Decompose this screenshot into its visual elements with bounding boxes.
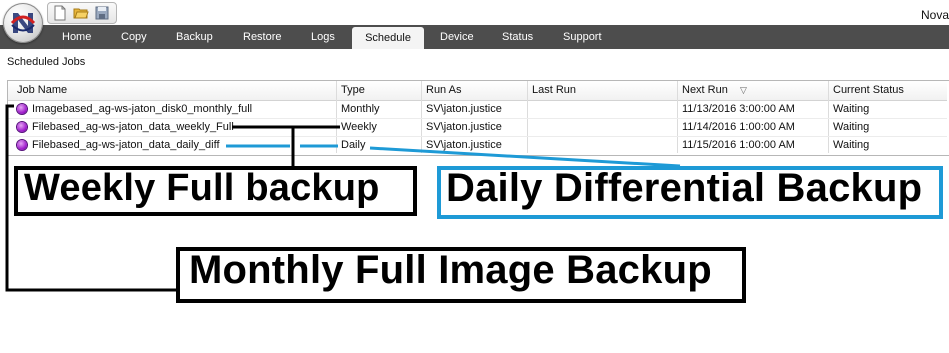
daily-callout-text: Daily Differential Backup <box>446 166 923 210</box>
weekly-callout-text: Weekly Full backup <box>24 167 380 209</box>
daily-pointer-line <box>369 146 681 168</box>
app-logo[interactable] <box>3 3 43 43</box>
monthly-callout-text: Monthly Full Image Backup <box>189 248 712 292</box>
logo-emblem-icon <box>10 13 36 33</box>
